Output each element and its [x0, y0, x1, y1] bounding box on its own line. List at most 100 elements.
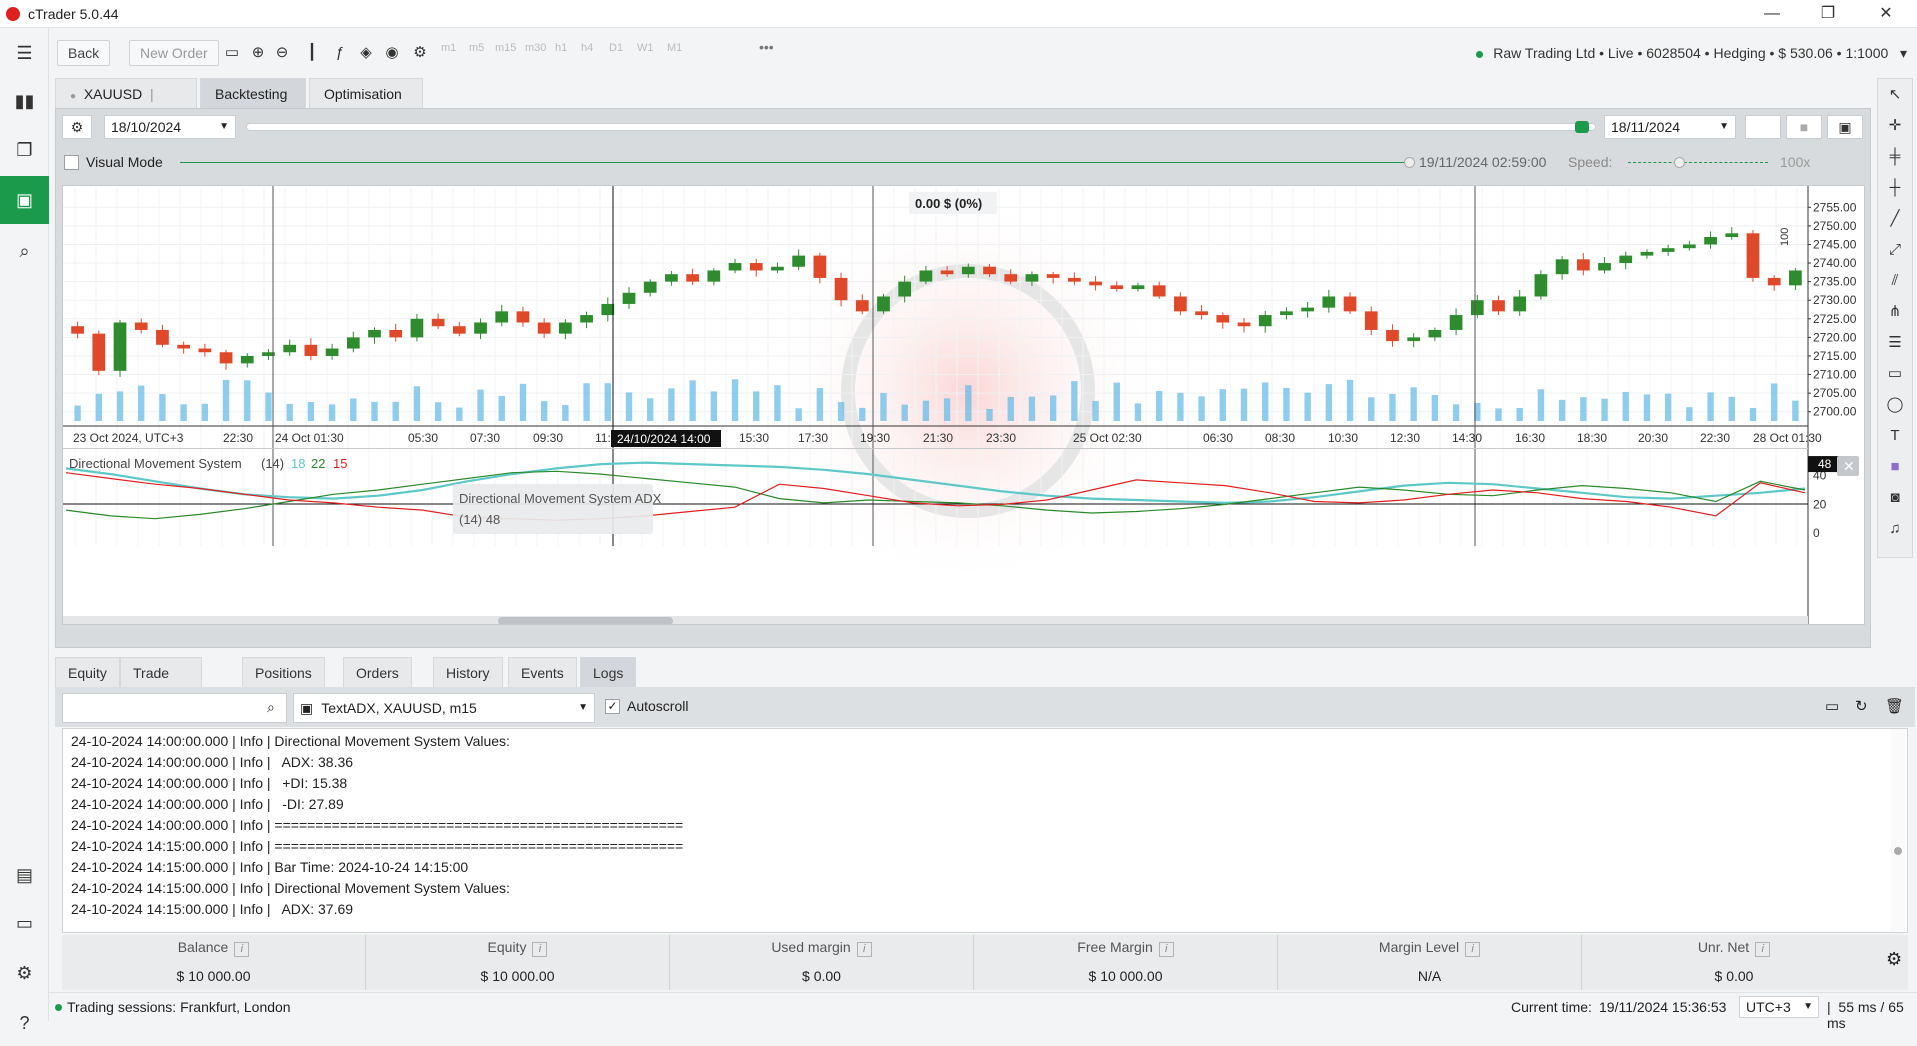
log-scroll-thumb[interactable]: [1894, 847, 1902, 855]
trade-icon[interactable]: ▮▮: [0, 78, 49, 124]
close-window-button[interactable]: ✕: [1876, 4, 1896, 24]
text-icon[interactable]: T: [1878, 420, 1912, 451]
tab-events[interactable]: Events: [508, 657, 577, 687]
end-date-picker[interactable]: 18/11/2024 ▼: [1604, 115, 1736, 139]
autoscroll-checkbox[interactable]: ✓: [605, 699, 620, 714]
tf-mn1[interactable]: M1: [667, 42, 682, 54]
layers-icon[interactable]: ◈: [355, 41, 377, 65]
vertical-line-icon[interactable]: ┼: [1878, 172, 1912, 203]
tab-symbol[interactable]: ● XAUUSD | m15: [55, 78, 197, 135]
channel-icon[interactable]: ⫽: [1878, 265, 1912, 296]
refresh-icon[interactable]: ↻: [1855, 697, 1868, 715]
tab-equity[interactable]: Equity: [55, 657, 120, 687]
info-icon[interactable]: i: [234, 942, 250, 957]
info-icon[interactable]: i: [1465, 942, 1481, 957]
analyze-icon[interactable]: ⌕: [0, 228, 49, 274]
stop-icon[interactable]: ■: [1786, 115, 1822, 139]
more-icon[interactable]: •••: [759, 39, 774, 55]
pitchfork-icon[interactable]: ⋔: [1878, 296, 1912, 327]
briefcase-icon[interactable]: ▤: [0, 852, 49, 898]
volume-bar: [562, 405, 569, 421]
tf-m30[interactable]: m30: [525, 42, 546, 54]
trash-icon[interactable]: 🗑: [1885, 697, 1904, 715]
visual-mode-checkbox[interactable]: [64, 155, 79, 170]
info-icon[interactable]: i: [1755, 942, 1771, 957]
save-icon[interactable]: ▣: [1827, 115, 1863, 139]
tab-history[interactable]: History: [433, 657, 503, 687]
horizontal-line-icon[interactable]: ╪: [1878, 141, 1912, 172]
zoom-out-icon[interactable]: ⊖: [271, 41, 293, 65]
date-range-slider[interactable]: [246, 121, 1596, 133]
tf-m15[interactable]: m15: [495, 42, 516, 54]
fibonacci-icon[interactable]: ☰: [1878, 327, 1912, 358]
volume-bar: [965, 385, 972, 421]
log-scrollbar[interactable]: [1891, 729, 1905, 932]
tf-h1[interactable]: h1: [555, 42, 567, 54]
price-chart[interactable]: 2755.00 2750.00 2745.00 2740.00 2735.00 2730.…: [62, 185, 1865, 625]
tab-orders[interactable]: Orders0: [343, 657, 412, 713]
time-tick-label: 14:30: [1452, 431, 1482, 445]
tab-logs[interactable]: Logs: [580, 657, 637, 687]
backtest-settings-gear-icon[interactable]: ⚙: [62, 115, 92, 139]
volume-bar: [1601, 398, 1608, 421]
tf-w1[interactable]: W1: [637, 42, 654, 54]
info-icon[interactable]: i: [532, 942, 548, 957]
chart-settings-icon[interactable]: ⚙: [409, 41, 431, 65]
settings-gear-icon[interactable]: ⚙: [0, 950, 49, 996]
eye-icon[interactable]: ◉: [381, 41, 403, 65]
new-order-button[interactable]: New Order: [129, 40, 219, 66]
tf-m5[interactable]: m5: [469, 42, 484, 54]
playback-progress-line[interactable]: [180, 162, 1410, 163]
back-button[interactable]: Back: [57, 40, 111, 66]
candle-body: [1322, 296, 1336, 308]
color-swatch-icon[interactable]: ■: [1878, 451, 1912, 482]
zoom-in-icon[interactable]: ⊕: [247, 41, 269, 65]
chart-canvas[interactable]: 2755.00 2750.00 2745.00 2740.00 2735.00 2730.…: [63, 186, 1865, 625]
copy-icon[interactable]: ❐: [0, 127, 49, 173]
wallet-icon[interactable]: ▭: [0, 900, 49, 946]
folder-icon[interactable]: ▭: [1825, 697, 1839, 715]
ellipse-icon[interactable]: ◯: [1878, 389, 1912, 420]
candle-body: [1640, 251, 1654, 256]
crosshair-icon[interactable]: ✛: [1878, 110, 1912, 141]
algo-robot-icon[interactable]: ▣: [0, 176, 49, 224]
cursor-icon[interactable]: ↖: [1878, 79, 1912, 110]
tab-trade-statistics[interactable]: Trade Statistics: [120, 657, 203, 711]
range-handle-end[interactable]: [1575, 121, 1589, 133]
chart-scrollbar[interactable]: [63, 616, 1808, 625]
chart-scroll-thumb[interactable]: [498, 617, 673, 625]
play-button[interactable]: [1745, 115, 1781, 139]
summary-settings-gear-icon[interactable]: ⚙: [1886, 949, 1902, 970]
tf-h4[interactable]: h4: [581, 42, 593, 54]
close-icon[interactable]: ✕: [1843, 459, 1855, 475]
start-date-picker[interactable]: 18/10/2024 ▼: [104, 115, 236, 139]
speed-handle[interactable]: [1674, 157, 1685, 168]
layout-icon[interactable]: ▭: [221, 41, 243, 65]
volume-bar: [244, 380, 251, 421]
log-source-select[interactable]: ▣ TextADX, XAUUSD, m15 ▼: [293, 693, 595, 723]
ray-icon[interactable]: ⤢: [1878, 234, 1912, 265]
menu-icon[interactable]: ☰: [0, 30, 49, 76]
tab-optimisation[interactable]: Optimisation: [309, 78, 423, 108]
log-search-input[interactable]: [62, 693, 287, 723]
speed-slider[interactable]: [1628, 162, 1768, 163]
timezone-select[interactable]: UTC+3 ▼: [1739, 996, 1819, 1018]
tab-backtesting[interactable]: Backtesting: [200, 78, 306, 108]
playback-handle[interactable]: [1404, 157, 1415, 168]
volume-bar: [795, 408, 802, 421]
trend-line-icon[interactable]: ╱: [1878, 203, 1912, 234]
maximize-button[interactable]: ❐: [1818, 4, 1838, 24]
rectangle-icon[interactable]: ▭: [1878, 358, 1912, 389]
info-icon[interactable]: i: [1158, 942, 1174, 957]
alert-bell-icon[interactable]: ♫: [1878, 513, 1912, 544]
indicators-icon[interactable]: ƒ: [329, 41, 351, 65]
info-icon[interactable]: i: [856, 942, 872, 957]
help-icon[interactable]: ?: [0, 1000, 49, 1046]
account-selector[interactable]: Raw Trading Ltd • Live • 6028504 • Hedgi…: [1476, 45, 1907, 62]
chart-type-icon[interactable]: ┃: [301, 41, 323, 65]
camera-icon[interactable]: ◙: [1878, 482, 1912, 513]
tab-positions[interactable]: Positions0: [242, 657, 325, 713]
minimize-button[interactable]: —: [1762, 4, 1782, 24]
tf-d1[interactable]: D1: [609, 42, 623, 54]
tf-m1[interactable]: m1: [441, 42, 456, 54]
